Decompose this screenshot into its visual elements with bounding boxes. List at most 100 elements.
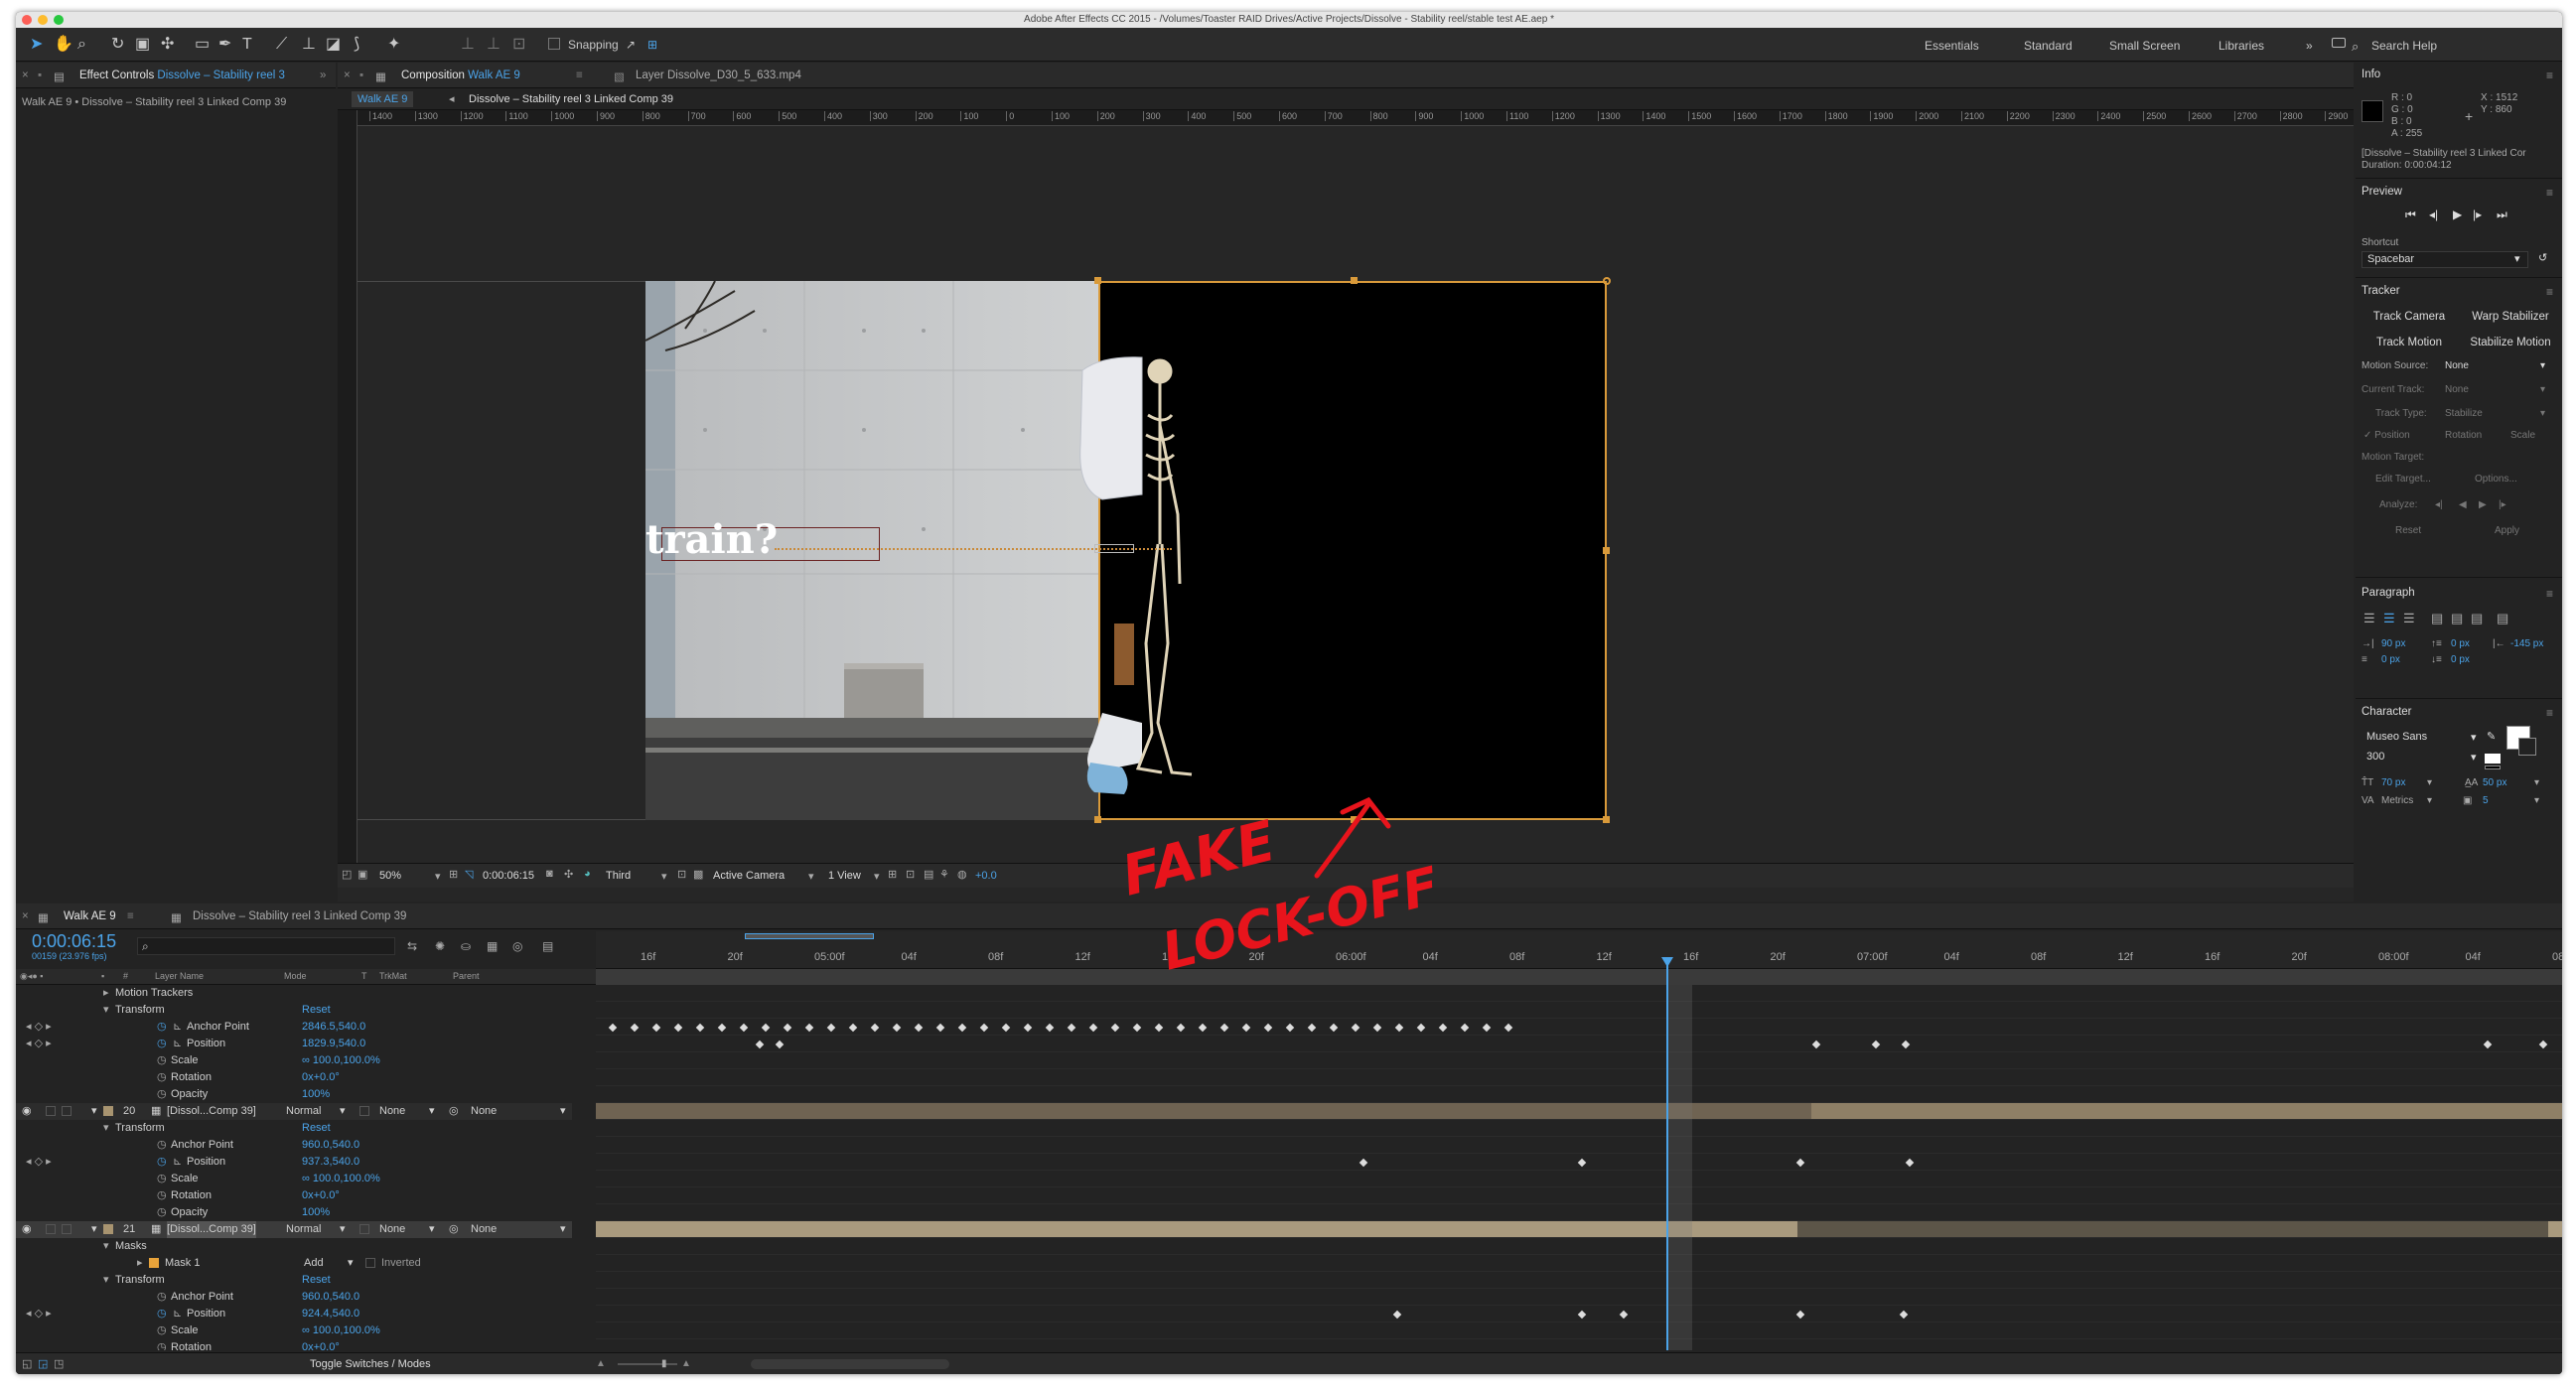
stopwatch-icon[interactable]: ◷ (157, 1187, 167, 1204)
property-value[interactable]: ∞ 100.0,100.0% (302, 1052, 380, 1069)
keyframe[interactable] (1110, 1023, 1120, 1033)
shortcut-select[interactable]: Spacebar (2361, 251, 2528, 268)
stopwatch-icon[interactable]: ◷ (157, 1086, 167, 1103)
resolution-select[interactable]: Third (606, 870, 631, 882)
timeline-tracks[interactable] (596, 985, 2562, 1350)
keyframe[interactable] (1503, 1023, 1513, 1033)
rotation-tool-icon[interactable]: ↻ (111, 37, 124, 53)
keyframe[interactable] (1198, 1023, 1208, 1033)
layer-search-field[interactable]: ⌕ (137, 937, 395, 955)
current-track-select[interactable]: None (2445, 384, 2469, 395)
keyframe[interactable] (1307, 1023, 1317, 1033)
lock-icon[interactable]: ▪ (38, 70, 42, 81)
last-frame-icon[interactable]: ⏭ (2497, 208, 2507, 222)
indent-first-value[interactable]: 0 px (2381, 654, 2400, 665)
grid-icon[interactable]: ⊞ (449, 868, 458, 881)
property-value[interactable]: Reset (302, 1002, 331, 1019)
keyframe[interactable] (2538, 1040, 2548, 1049)
minimize-window-icon[interactable] (38, 15, 48, 25)
anchor-point-icon[interactable] (1094, 544, 1134, 553)
property-value[interactable]: 0x+0.0° (302, 1339, 340, 1350)
layer-row[interactable]: ◉ ▾ 20 ▦ [Dissol...Comp 39] Normal ▾ None ▾ ◎ None… (16, 1103, 572, 1120)
keyframe[interactable] (1577, 1158, 1587, 1168)
sync-settings-icon[interactable] (2332, 38, 2346, 48)
keyframe[interactable] (1905, 1158, 1915, 1168)
apply-button[interactable]: Apply (2495, 525, 2519, 536)
chevron-down-icon[interactable]: ▾ (874, 870, 880, 883)
property-value[interactable]: 100% (302, 1086, 330, 1103)
more-workspaces-icon[interactable]: » (2306, 39, 2313, 53)
analyze-back-icon[interactable]: ◂| (2435, 499, 2443, 510)
layer-row[interactable]: ◉ ▾ 21 ▦ [Dissol...Comp 39] Normal ▾ None ▾ ◎ None… (16, 1221, 572, 1238)
show-snapshot-icon[interactable]: ✣ (564, 868, 573, 881)
mask-visibility-icon[interactable]: ◹ (465, 868, 473, 881)
indent-right-value[interactable]: -145 px (2510, 638, 2543, 649)
keyframe[interactable] (1329, 1023, 1339, 1033)
keyframe[interactable] (761, 1023, 771, 1033)
keyframe[interactable] (739, 1023, 749, 1033)
space-after-value[interactable]: 0 px (2451, 654, 2470, 665)
property-value[interactable]: ∞ 100.0,100.0% (302, 1171, 380, 1187)
motion-source-select[interactable]: None (2445, 360, 2469, 371)
keyframe[interactable] (1482, 1023, 1492, 1033)
pick-whip-icon[interactable]: ◎ (449, 1221, 459, 1238)
property-row[interactable]: ◷ Scale ∞ 100.0,100.0% (16, 1052, 572, 1069)
keyframe[interactable] (870, 1023, 880, 1033)
twirl-down-icon[interactable]: ▾ (103, 1002, 109, 1019)
track-camera-button[interactable]: Track Camera (2360, 311, 2459, 323)
tab-walk-ae9[interactable]: Walk AE 9 (64, 910, 116, 922)
property-row[interactable]: ▾ Masks (16, 1238, 572, 1255)
zoom-in-icon[interactable]: ▲ (681, 1358, 691, 1369)
expand-transfer-controls-icon[interactable]: ◲ (38, 1357, 48, 1370)
stabilize-motion-button[interactable]: Stabilize Motion (2459, 337, 2562, 348)
keyframe[interactable] (1394, 1023, 1404, 1033)
property-value[interactable]: 0x+0.0° (302, 1069, 340, 1086)
timeline-menu-icon[interactable]: ≡ (127, 910, 134, 922)
keyframe[interactable] (1263, 1023, 1273, 1033)
visibility-eye-icon[interactable]: ◉ (22, 1103, 32, 1120)
paragraph-menu-icon[interactable]: ≡ (2546, 587, 2553, 601)
zoom-slider[interactable] (618, 1363, 677, 1365)
keyframe[interactable] (1372, 1023, 1382, 1033)
property-row[interactable]: ◷ Opacity 100% (16, 1204, 572, 1221)
lock-icon[interactable]: ▪ (359, 70, 363, 81)
preserve-transparency-toggle[interactable] (359, 1106, 369, 1116)
keyframe[interactable] (1001, 1023, 1011, 1033)
keyframe[interactable] (717, 1023, 727, 1033)
property-value[interactable]: Reset (302, 1120, 331, 1137)
graph-icon[interactable]: ⊾ (173, 1306, 182, 1322)
label-color[interactable] (103, 1224, 113, 1234)
mask-mode-select[interactable]: Add (304, 1255, 324, 1272)
vertical-ruler[interactable] (338, 110, 358, 863)
chevron-down-icon[interactable]: ▾ (560, 1103, 566, 1120)
property-value[interactable]: 2846.5,540.0 (302, 1019, 365, 1036)
chevron-down-icon[interactable]: ▾ (2534, 795, 2539, 806)
column-layer-name[interactable]: Layer Name (155, 971, 204, 981)
crumb-walk-ae9[interactable]: Walk AE 9 (352, 91, 414, 107)
zoom-out-icon[interactable]: ▲ (596, 1358, 606, 1369)
zoom-slider-thumb[interactable]: ▮ (661, 1358, 667, 1369)
property-row[interactable]: ◷ Rotation 0x+0.0° (16, 1187, 572, 1204)
close-tab-icon[interactable]: × (22, 70, 29, 81)
brush-tool-icon[interactable]: ⟋ (276, 37, 287, 53)
chevron-down-icon[interactable]: ▾ (808, 870, 814, 883)
keyframe[interactable] (608, 1023, 618, 1033)
type-tool-icon[interactable]: T (242, 37, 252, 53)
camera-tool-icon[interactable]: ▣ (135, 37, 150, 53)
close-tab-icon[interactable]: × (22, 910, 29, 922)
property-row[interactable]: ◷ Anchor Point 960.0,540.0 (16, 1289, 572, 1306)
property-row[interactable]: ◂ ◇ ▸ ◷ ⊾ Position 1829.9,540.0 (16, 1036, 572, 1052)
leading-value[interactable]: 50 px (2483, 777, 2506, 788)
frame-blending-icon[interactable]: ▦ (487, 939, 498, 953)
keyframe[interactable] (755, 1040, 765, 1049)
kerning-value[interactable]: Metrics (2381, 795, 2413, 806)
chevron-down-icon[interactable]: ▾ (2427, 795, 2432, 806)
hand-tool-icon[interactable]: ✋ (54, 37, 73, 53)
twirl-down-icon[interactable]: ▾ (103, 1120, 109, 1137)
close-window-icon[interactable] (22, 15, 32, 25)
indent-left-value[interactable]: 90 px (2381, 638, 2405, 649)
keyframe-navigator[interactable]: ◂ ◇ ▸ (26, 1154, 52, 1171)
stopwatch-icon[interactable]: ◷ (157, 1137, 167, 1154)
keyframe[interactable] (1871, 1040, 1881, 1049)
keyframe[interactable] (1132, 1023, 1142, 1033)
